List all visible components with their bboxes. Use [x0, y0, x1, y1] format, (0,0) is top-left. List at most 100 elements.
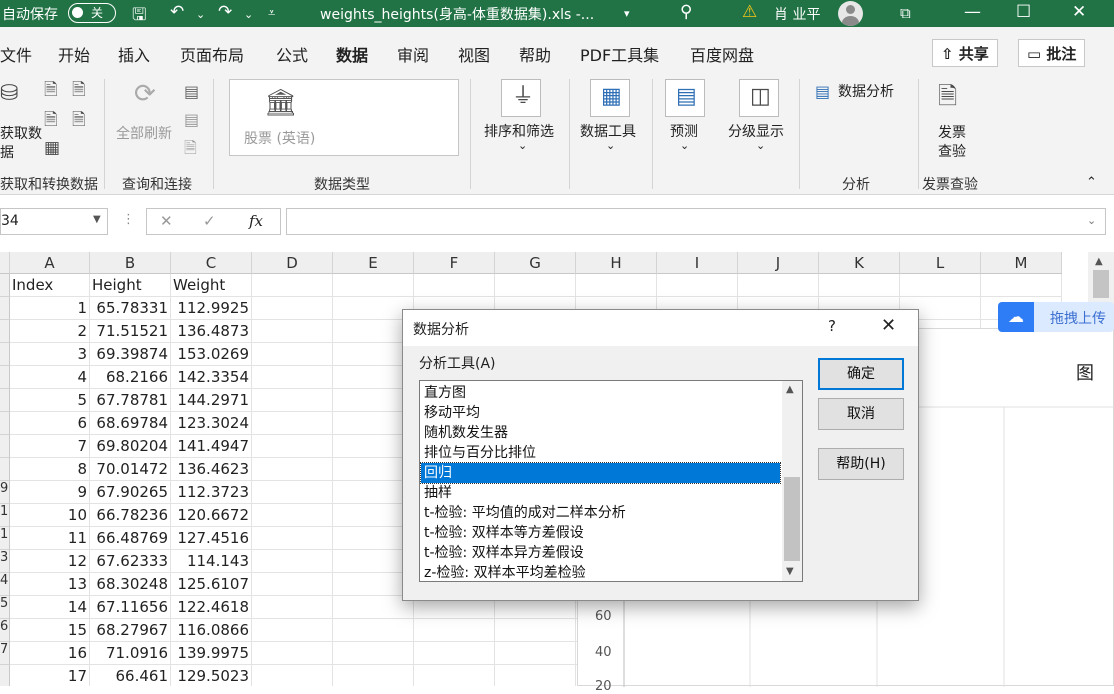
name-box-dropdown-icon[interactable]: ▼	[93, 214, 101, 225]
data-analysis-button[interactable]: 数据分析	[838, 81, 894, 101]
cell[interactable]	[252, 274, 333, 297]
list-item-selected[interactable]: 回归	[420, 462, 781, 484]
cell[interactable]: 141.4947	[171, 435, 252, 458]
row-header[interactable]: 6	[0, 619, 10, 642]
cell[interactable]: 68.2166	[90, 366, 171, 389]
cell[interactable]	[495, 642, 576, 665]
column-header[interactable]: L	[900, 252, 981, 274]
cell[interactable]: 139.9975	[171, 642, 252, 665]
edit-links-icon[interactable]: 🗎	[184, 137, 197, 159]
cell[interactable]: 17	[10, 665, 90, 686]
cell[interactable]: 68.30248	[90, 573, 171, 596]
queries-pane-icon[interactable]: ▤	[184, 81, 199, 103]
cell[interactable]	[819, 274, 900, 297]
row-header[interactable]	[0, 389, 10, 412]
warning-icon[interactable]: ⚠	[742, 2, 757, 22]
ribbon-display-options-icon[interactable]: ⧉	[900, 4, 911, 22]
cell[interactable]: 2	[10, 320, 90, 343]
get-data-button-line2[interactable]: 据	[0, 142, 14, 162]
cancel-button[interactable]: 取消	[818, 398, 904, 430]
search-icon[interactable]: ⚲	[680, 2, 692, 22]
redo-icon[interactable]: ↷	[218, 2, 232, 22]
row-header[interactable]	[0, 412, 10, 435]
sort-filter-dropdown-icon[interactable]: ⌄	[518, 139, 527, 152]
header-cell[interactable]: Height	[90, 274, 171, 297]
cell[interactable]: 71.51521	[90, 320, 171, 343]
sort-filter-button[interactable]: 排序和筛选	[484, 121, 554, 141]
cell[interactable]: 10	[10, 504, 90, 527]
cell[interactable]	[981, 274, 1062, 297]
cell[interactable]	[495, 274, 576, 297]
properties-icon[interactable]: ▤	[184, 109, 199, 131]
cell[interactable]: 1	[10, 297, 90, 320]
tab-page-layout[interactable]: 页面布局	[180, 42, 244, 66]
list-item[interactable]: t-检验: 双样本等方差假设	[421, 523, 780, 543]
cell[interactable]: 68.27967	[90, 619, 171, 642]
cell[interactable]	[252, 343, 333, 366]
cell[interactable]	[252, 366, 333, 389]
tab-file[interactable]: 文件	[0, 42, 32, 66]
redo-dropdown-icon[interactable]: ⌄	[244, 8, 253, 21]
cell[interactable]: 66.48769	[90, 527, 171, 550]
tab-home[interactable]: 开始	[58, 42, 90, 66]
cell[interactable]: 153.0269	[171, 343, 252, 366]
list-scrollbar[interactable]: ▲ ▼	[782, 381, 802, 581]
column-header[interactable]: H	[576, 252, 657, 274]
row-header[interactable]: 1	[0, 527, 10, 550]
cell[interactable]	[252, 320, 333, 343]
cell[interactable]	[252, 481, 333, 504]
cell[interactable]: 67.90265	[90, 481, 171, 504]
scroll-thumb[interactable]	[1093, 270, 1109, 298]
undo-dropdown-icon[interactable]: ⌄	[196, 8, 205, 21]
cell[interactable]	[252, 642, 333, 665]
column-header[interactable]: D	[252, 252, 333, 274]
cell[interactable]	[414, 619, 495, 642]
expand-formula-icon[interactable]: ⌄	[1087, 214, 1096, 227]
existing-connections-icon[interactable]: 🗎	[72, 109, 86, 131]
user-name[interactable]: 肖 业平	[774, 4, 820, 24]
list-item[interactable]: 随机数发生器	[421, 423, 780, 443]
list-item[interactable]: 移动平均	[421, 403, 780, 423]
cell[interactable]	[414, 665, 495, 686]
data-tools-dropdown-icon[interactable]: ⌄	[606, 139, 615, 152]
cell[interactable]: 127.4516	[171, 527, 252, 550]
cell[interactable]: 144.2971	[171, 389, 252, 412]
cancel-icon[interactable]: ✕	[160, 212, 173, 230]
from-table-icon[interactable]: ▦	[44, 137, 60, 159]
cell[interactable]	[414, 274, 495, 297]
cell[interactable]: 8	[10, 458, 90, 481]
cell[interactable]	[252, 596, 333, 619]
invoice-check-button-line2[interactable]: 查验	[938, 141, 966, 161]
select-all-corner[interactable]	[0, 252, 10, 274]
cell[interactable]: 11	[10, 527, 90, 550]
row-header[interactable]: 3	[0, 550, 10, 573]
list-item[interactable]: z-检验: 双样本平均差检验	[421, 563, 780, 581]
cell[interactable]: 136.4623	[171, 458, 252, 481]
tab-view[interactable]: 视图	[458, 42, 490, 66]
cell[interactable]	[333, 619, 414, 642]
forecast-button[interactable]: 预测	[670, 121, 698, 141]
cell[interactable]	[252, 665, 333, 686]
cell[interactable]: 123.3024	[171, 412, 252, 435]
row-header[interactable]: 9	[0, 481, 10, 504]
cell[interactable]: 65.78331	[90, 297, 171, 320]
get-data-button[interactable]: 获取数	[0, 123, 42, 143]
row-header[interactable]: 5	[0, 596, 10, 619]
user-avatar[interactable]	[838, 1, 863, 26]
cell[interactable]	[252, 458, 333, 481]
tab-review[interactable]: 审阅	[397, 42, 429, 66]
cell[interactable]: 68.69784	[90, 412, 171, 435]
tab-insert[interactable]: 插入	[118, 42, 150, 66]
ok-button[interactable]: 确定	[818, 358, 904, 390]
cell[interactable]: 66.461	[90, 665, 171, 686]
cell[interactable]: 116.0866	[171, 619, 252, 642]
from-web-icon[interactable]: 🗎	[44, 109, 58, 131]
cell[interactable]	[252, 412, 333, 435]
list-scroll-thumb[interactable]	[784, 477, 800, 561]
list-item[interactable]: t-检验: 双样本异方差假设	[421, 543, 780, 563]
cell[interactable]	[252, 619, 333, 642]
invoice-check-button[interactable]: 发票	[938, 122, 966, 142]
forecast-dropdown-icon[interactable]: ⌄	[680, 139, 689, 152]
cell[interactable]	[252, 504, 333, 527]
cell[interactable]: 114.143	[171, 550, 252, 573]
